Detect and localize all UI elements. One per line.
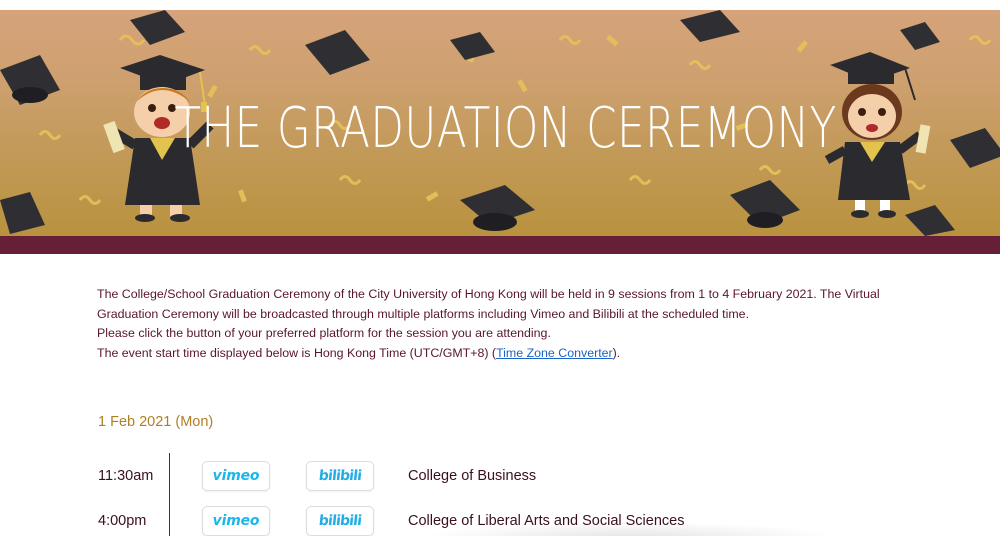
banner-title: THE GRADUATION CEREMONY [174,96,837,161]
vimeo-logo-icon: vimeo [212,468,260,484]
intro-instruction: Please click the button of your preferre… [97,326,551,340]
banner-stripe [0,236,1000,254]
page: THE GRADUATION CEREMONY The College/Scho… [0,0,1000,536]
session-name: College of Business [408,468,537,484]
schedule-date-heading: 1 Feb 2021 (Mon) [98,414,214,430]
bilibili-logo-icon: bilibili [317,468,363,484]
session-row: 11:30am vimeo bilibili College of Busine… [0,461,1000,491]
intro-paragraph: The College/School Graduation Ceremony o… [97,287,880,321]
bilibili-button[interactable]: bilibili [306,461,374,491]
session-time: 11:30am [98,468,154,484]
vimeo-button[interactable]: vimeo [202,506,270,536]
intro-text: The College/School Graduation Ceremony o… [97,285,897,363]
timezone-note-prefix: The event start time displayed below is … [97,345,497,360]
bilibili-logo-icon: bilibili [317,513,363,529]
timezone-note-suffix: ). [612,345,621,360]
session-time: 4:00pm [98,513,147,529]
intro-timezone-note: The event start time displayed below is … [97,344,897,364]
vimeo-logo-icon: vimeo [212,513,260,529]
graduation-banner: THE GRADUATION CEREMONY [0,10,1000,236]
bilibili-button[interactable]: bilibili [306,506,374,536]
scroll-fade-shadow [420,522,840,536]
time-zone-converter-link[interactable]: Time Zone Converter [496,346,613,360]
vimeo-button[interactable]: vimeo [202,461,270,491]
